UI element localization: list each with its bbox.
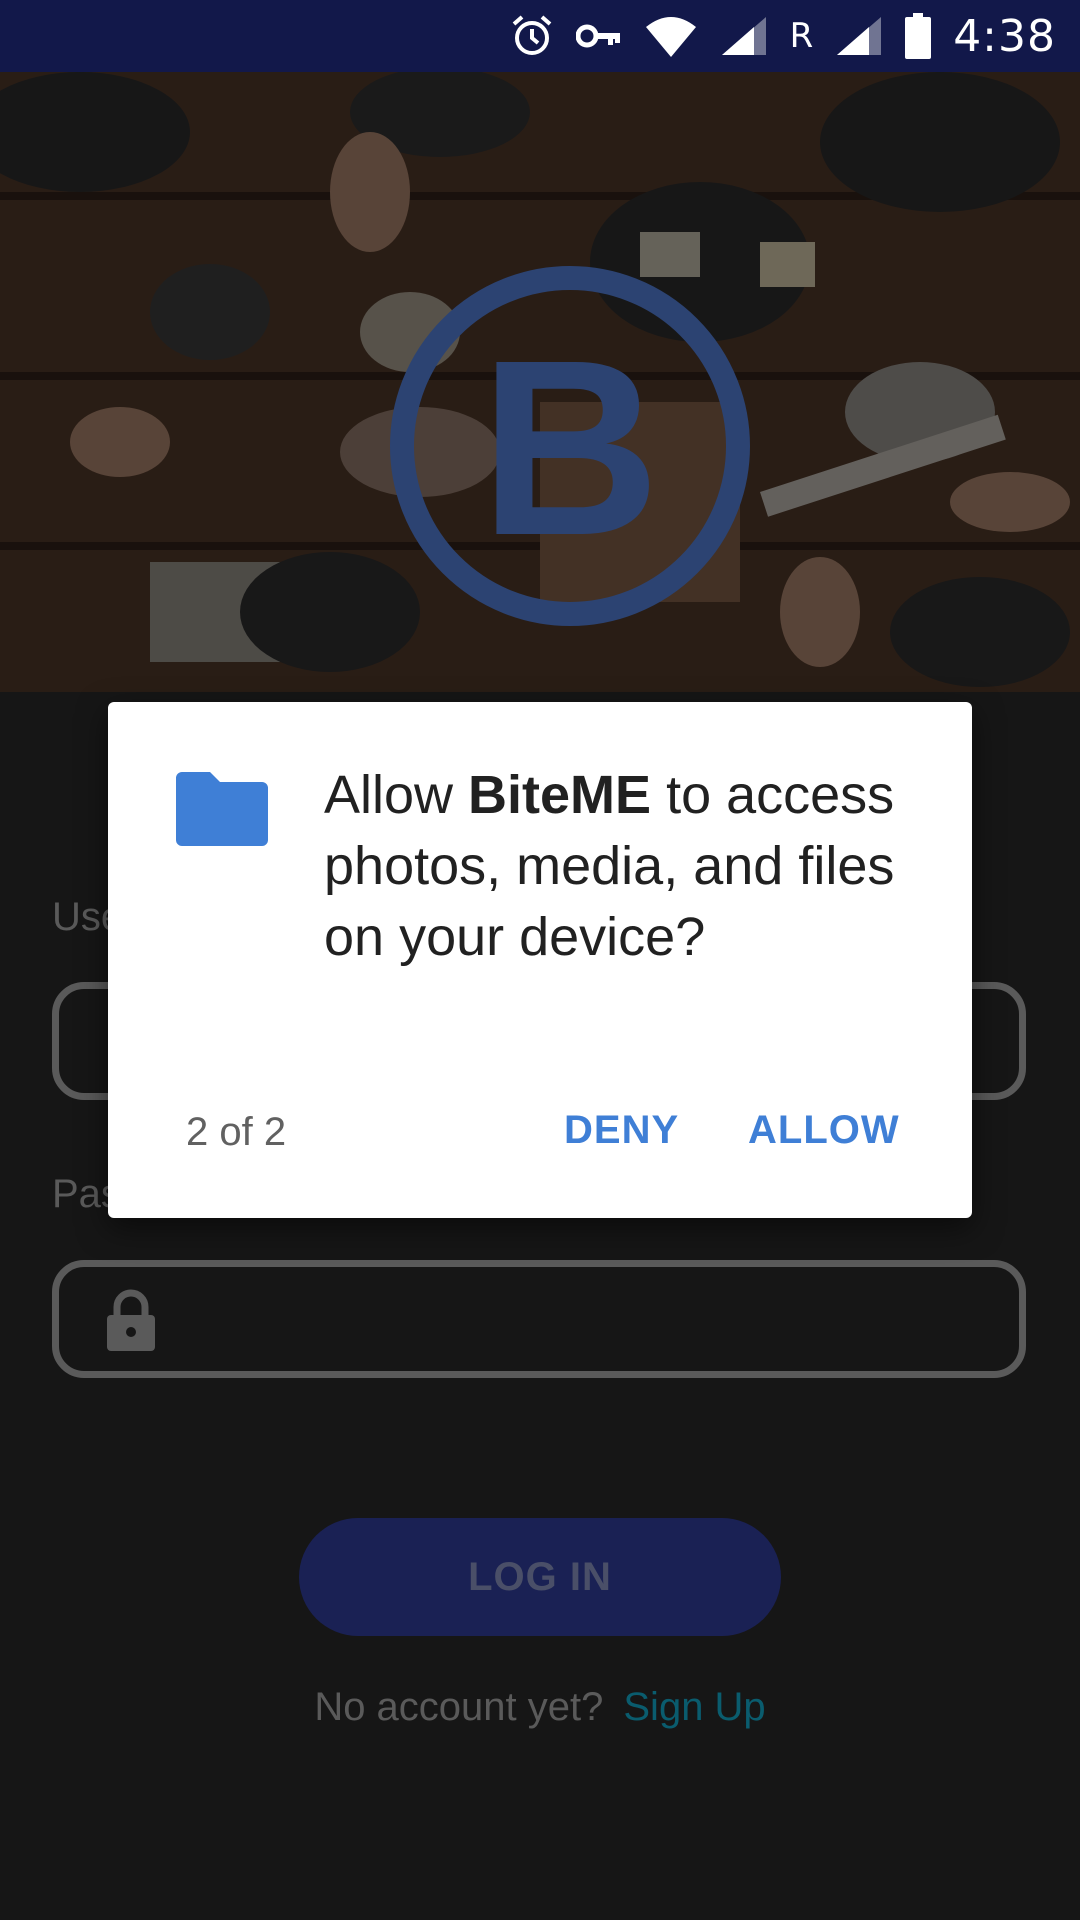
permission-dialog: Allow BiteME to access photos, media, an… (108, 702, 972, 1218)
folder-icon (176, 772, 268, 846)
signup-row: No account yet? Sign Up (0, 1685, 1080, 1730)
carrier-label: R (789, 16, 814, 56)
message-prefix: Allow (324, 765, 469, 825)
password-field[interactable] (52, 1260, 1026, 1378)
vpn-key-icon (575, 24, 620, 48)
dialog-message: Allow BiteME to access photos, media, an… (324, 760, 944, 973)
logo-letter: B (480, 308, 661, 587)
lock-icon (107, 1289, 155, 1351)
allow-button[interactable]: ALLOW (748, 1108, 900, 1153)
deny-button[interactable]: DENY (564, 1108, 679, 1153)
signal-icon (837, 17, 882, 55)
signup-link[interactable]: Sign Up (623, 1685, 765, 1730)
signal-icon (721, 17, 766, 55)
hero-image: B (0, 72, 1080, 692)
app-name: BiteME (468, 765, 652, 825)
status-bar: R 4:38 (0, 0, 1080, 72)
battery-icon (905, 13, 932, 59)
app-logo: B (390, 266, 750, 626)
dialog-counter: 2 of 2 (186, 1110, 287, 1154)
signup-prompt: No account yet? (314, 1685, 604, 1729)
alarm-icon (512, 15, 551, 55)
wifi-icon (645, 17, 696, 57)
status-time: 4:38 (953, 10, 1056, 62)
login-button[interactable]: LOG IN (299, 1518, 781, 1636)
screen: R 4:38 B Use Pas LOG IN No account yet? … (0, 0, 1080, 1920)
